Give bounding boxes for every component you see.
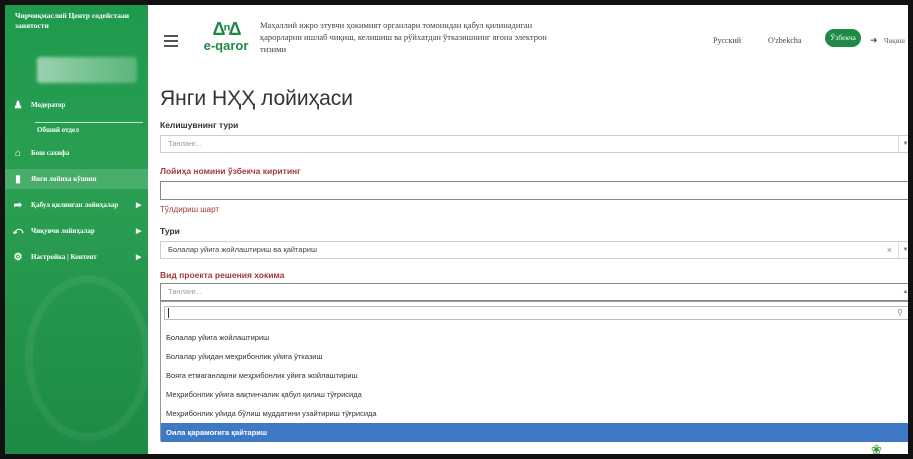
type-value: Болалар уйига жойлаштириш ва қайтариш: [168, 245, 317, 254]
lang-uzbek-latin[interactable]: O'zbekcha: [768, 36, 801, 45]
e-qaror-logo[interactable]: ΔⁿΔ e-qaror: [200, 19, 252, 64]
agreement-type-select[interactable]: Танланг... ▼: [160, 135, 908, 153]
gear-icon: ⚙: [13, 251, 23, 263]
profile-role: Модератор: [31, 101, 66, 109]
sidebar-item-label: Чиқувчи лойиҳалар: [31, 227, 95, 235]
profile-row[interactable]: ♟ Модератор: [5, 95, 148, 115]
chevron-right-icon: ▶: [136, 227, 142, 235]
leaf-logo-icon: ❀: [871, 442, 882, 454]
logout-icon[interactable]: ➜: [870, 35, 878, 46]
emblem-watermark: [25, 275, 151, 441]
type-label: Тури: [160, 226, 180, 236]
lang-russian[interactable]: Русский: [713, 36, 741, 45]
dropdown-search-input[interactable]: ⚲: [164, 306, 908, 320]
dropdown-option-selected[interactable]: Оила қарамоғига қайтариш: [161, 423, 908, 442]
dropdown-option[interactable]: Вояга етмаганларни меҳрибонлик уйига жой…: [161, 366, 908, 385]
agreement-type-label: Келишувнинг тури: [160, 120, 239, 130]
dropdown-option[interactable]: Болалар уйидан меҳрибонлик уйига ўтказиш: [161, 347, 908, 366]
page-title: Янги НҲҲ лойиҳаси: [160, 87, 354, 110]
chevron-down-icon[interactable]: ▼: [898, 242, 908, 258]
user-name-blurred: [37, 57, 137, 83]
logout-label[interactable]: Чиқиш: [884, 37, 905, 45]
share-icon: ➦: [13, 199, 23, 211]
logo-text: e-qaror: [203, 38, 249, 53]
reply-icon: ⤺: [12, 225, 24, 237]
lang-uzbek-cyrillic[interactable]: Ўзбекча: [825, 29, 861, 47]
decision-type-select[interactable]: Танланг... ▲: [160, 283, 908, 301]
dropdown-option[interactable]: Болалар уйига жойлаштириш: [161, 328, 908, 347]
sidebar-item-new-project[interactable]: ▮ Янги лойиха кўшиш: [5, 169, 148, 189]
fill-required-link[interactable]: Тўлдириш шарт: [160, 205, 219, 214]
sidebar-item-received-projects[interactable]: ➦ Қабул қилинган лойиҳалар ▶: [5, 195, 148, 215]
logo-mark-icon: ΔⁿΔ: [212, 19, 241, 39]
decision-type-label: Вид проекта решения хокима: [160, 270, 285, 280]
decision-type-placeholder: Танланг...: [168, 287, 202, 296]
sidebar-item-outgoing-projects[interactable]: ⤺ Чиқувчи лойиҳалар ▶: [5, 221, 148, 241]
sidebar-item-label: Қабул қилинган лойиҳалар: [31, 201, 119, 209]
chevron-down-icon[interactable]: ▼: [898, 136, 908, 152]
text-caret: [168, 308, 169, 318]
home-icon: ⌂: [14, 147, 21, 159]
chevron-right-icon: ▶: [136, 201, 142, 209]
search-icon: ⚲: [897, 308, 903, 317]
chevron-up-icon[interactable]: ▲: [899, 284, 908, 300]
sidebar-item-label: Янги лойиха кўшиш: [31, 175, 97, 183]
system-description: Маҳаллий ижро этувчи ҳокимият органлари …: [260, 20, 547, 54]
app-window: Чирчиқмаслий Центр содейстааи занятости …: [5, 5, 908, 454]
document-icon: ▮: [15, 173, 21, 185]
clear-icon[interactable]: ×: [887, 242, 892, 258]
sidebar-item-settings[interactable]: ⚙ Настройка | Контент ▶: [5, 247, 148, 267]
user-icon: ♟: [13, 99, 23, 111]
sidebar: Чирчиқмаслий Центр содейстааи занятости …: [5, 5, 151, 454]
divider: [35, 122, 143, 123]
decision-type-dropdown: ⚲ Болалар уйига жойлаштириш Болалар уйид…: [160, 301, 908, 442]
header: ΔⁿΔ e-qaror Маҳаллий ижро этувчи ҳокимия…: [148, 5, 908, 77]
sidebar-item-home[interactable]: ⌂ Бош сахифа: [5, 143, 148, 163]
dropdown-option[interactable]: Меҳрибонлик уйида бўлиш муддатини узайти…: [161, 404, 908, 423]
agreement-type-placeholder: Танланг...: [168, 139, 202, 148]
project-name-input[interactable]: [160, 181, 908, 200]
project-name-label: Лойиҳа номини ўзбекча киритинг: [160, 166, 301, 176]
chevron-right-icon: ▶: [136, 253, 142, 261]
sidebar-item-label: Настройка | Контент: [31, 253, 97, 261]
dropdown-option[interactable]: Меҳрибонлик уйига вақтинчалик қабул қили…: [161, 385, 908, 404]
organization-title: Чирчиқмаслий Центр содейстааи занятости: [15, 11, 130, 30]
profile-department: Обший отдел: [37, 126, 79, 134]
menu-icon[interactable]: [164, 35, 178, 50]
sidebar-item-label: Бош сахифа: [31, 149, 70, 157]
type-select[interactable]: Болалар уйига жойлаштириш ва қайтариш × …: [160, 241, 908, 259]
